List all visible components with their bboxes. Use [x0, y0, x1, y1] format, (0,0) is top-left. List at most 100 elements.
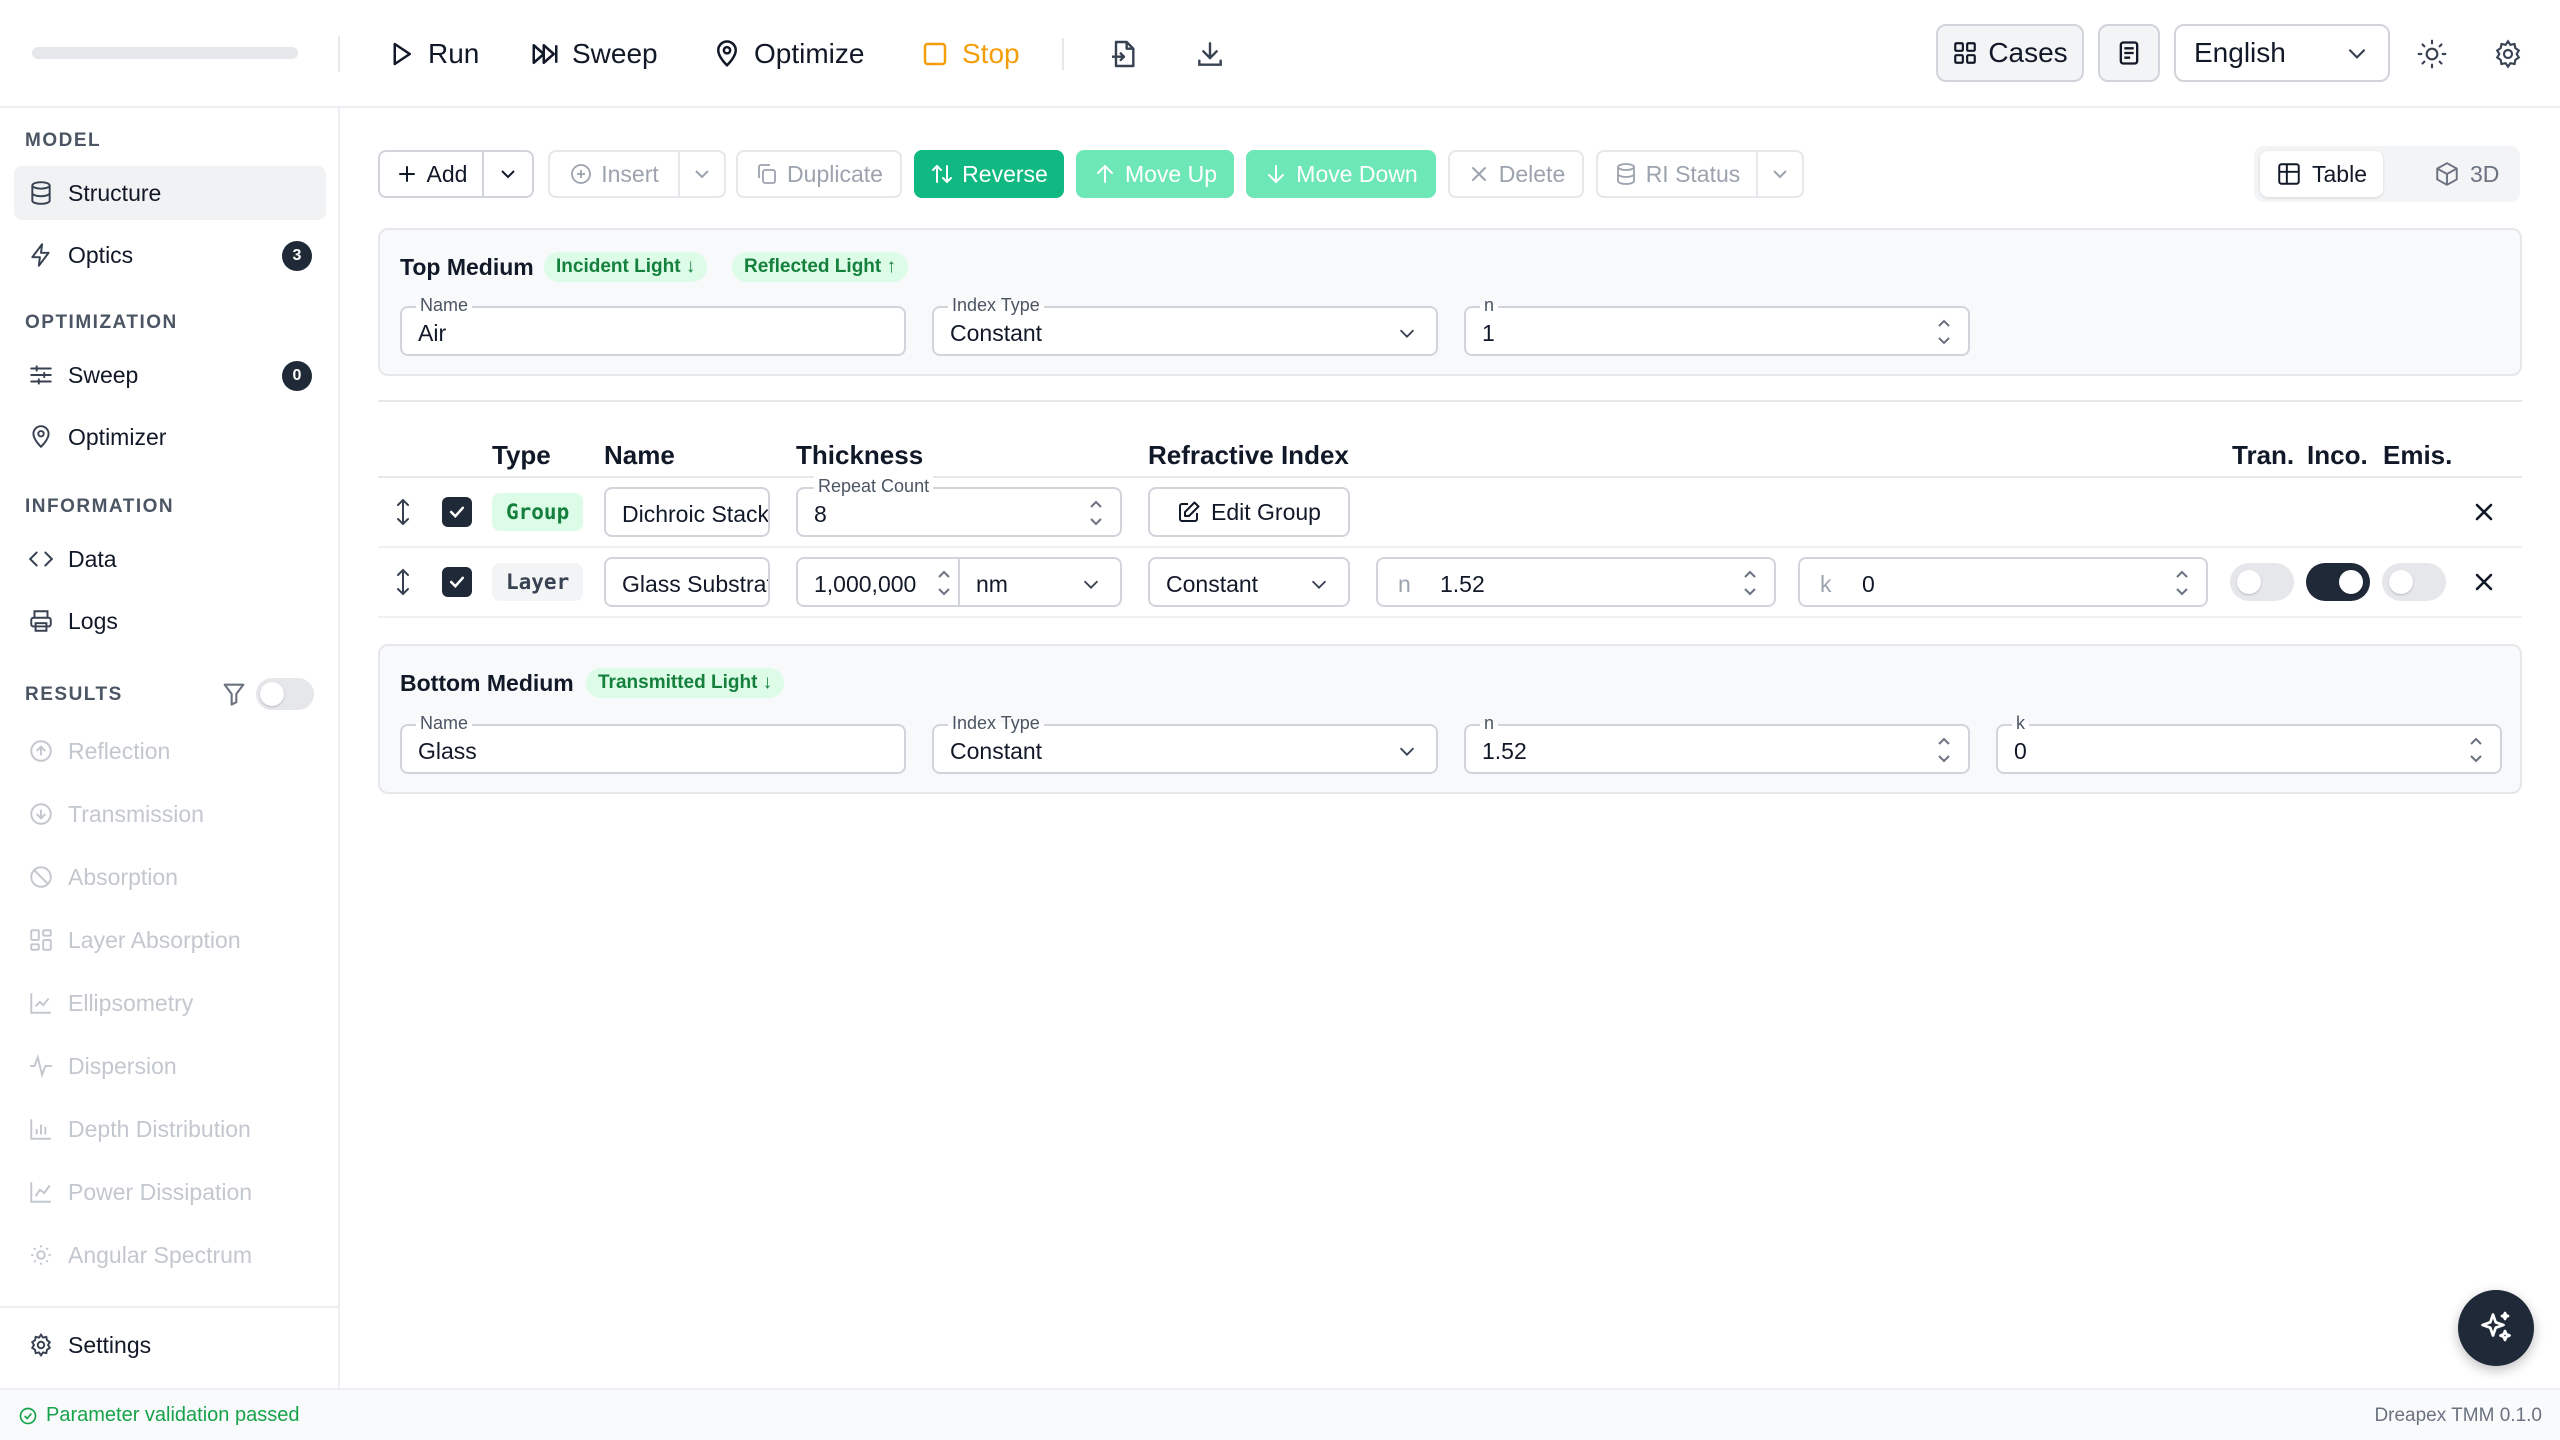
index-type-select[interactable]: Constant	[1148, 557, 1350, 607]
download-button[interactable]	[1188, 32, 1232, 76]
stepper-icon[interactable]	[1934, 312, 1954, 352]
check-icon	[449, 506, 465, 518]
stepper-icon[interactable]	[2172, 563, 2192, 603]
filter-icon[interactable]	[220, 680, 248, 708]
field-label: Index Type	[948, 294, 1044, 316]
sliders-icon	[30, 365, 52, 385]
ri-status-button[interactable]: RI Status	[1596, 150, 1758, 198]
import-button[interactable]	[1102, 32, 1146, 76]
sidebar-item-angular-spectrum[interactable]: Angular Spectrum	[14, 1228, 326, 1282]
cases-button[interactable]: Cases	[1936, 24, 2084, 82]
layer-k-input[interactable]: k 0	[1798, 557, 2208, 607]
language-select[interactable]: English	[2174, 24, 2390, 82]
top-medium-n-input[interactable]: n 1	[1464, 294, 1970, 356]
ri-status-dropdown-button[interactable]	[1756, 150, 1804, 198]
row-name-input[interactable]: Dichroic Stack	[604, 487, 770, 537]
sidebar-item-logs[interactable]: Logs	[14, 594, 326, 648]
results-filter-toggle[interactable]	[256, 678, 314, 710]
edit-group-button[interactable]: Edit Group	[1148, 487, 1350, 537]
sidebar-item-transmission[interactable]: Transmission	[14, 787, 326, 841]
repeat-count-input[interactable]: Repeat Count 8	[796, 475, 1122, 537]
sidebar-item-depth-distribution[interactable]: Depth Distribution	[14, 1102, 326, 1156]
notes-button[interactable]	[2098, 24, 2160, 82]
top-medium-index-type-select[interactable]: Index Type Constant	[932, 294, 1438, 356]
bottom-medium-card: Bottom Medium Transmitted Light ↓ Name G…	[378, 644, 2522, 794]
sidebar-item-sweep[interactable]: Sweep 0	[14, 348, 326, 402]
settings-button[interactable]	[2486, 32, 2530, 76]
sidebar-item-data[interactable]: Data	[14, 532, 326, 586]
incident-light-chip: Incident Light ↓	[544, 252, 708, 282]
sweep-button[interactable]: Sweep	[530, 30, 658, 78]
stepper-icon[interactable]	[2466, 730, 2486, 770]
sidebar-item-optics[interactable]: Optics 3	[14, 228, 326, 282]
sweep-count-badge: 0	[282, 361, 312, 391]
sidebar-item-label: Sweep	[68, 361, 139, 388]
move-down-button[interactable]: Move Down	[1246, 150, 1436, 198]
stepper-icon[interactable]	[1086, 493, 1106, 533]
add-button[interactable]: Add	[378, 150, 484, 198]
sidebar-item-optimizer[interactable]: Optimizer	[14, 410, 326, 464]
close-icon[interactable]	[2470, 498, 2498, 526]
stepper-icon[interactable]	[1934, 730, 1954, 770]
grid-icon	[30, 929, 52, 951]
layer-n-input[interactable]: n 1.52	[1376, 557, 1776, 607]
stop-button[interactable]: Stop	[920, 30, 1020, 78]
header-thickness: Thickness	[796, 440, 924, 470]
top-medium-title: Top Medium	[400, 254, 534, 280]
bottom-medium-n-input[interactable]: n 1.52	[1464, 712, 1970, 774]
inco-toggle[interactable]	[2306, 563, 2370, 601]
field-label: Repeat Count	[814, 475, 934, 497]
tran-toggle[interactable]	[2230, 563, 2294, 601]
sidebar-item-absorption[interactable]: Absorption	[14, 850, 326, 904]
ai-assistant-button[interactable]	[2458, 1290, 2534, 1366]
sidebar-item-dispersion[interactable]: Dispersion	[14, 1039, 326, 1093]
sidebar-item-layer-absorption[interactable]: Layer Absorption	[14, 913, 326, 967]
bottom-medium-title: Bottom Medium	[400, 670, 574, 696]
row-name-input[interactable]: Glass Substrate	[604, 557, 770, 607]
top-medium-name-field[interactable]: Name Air	[400, 294, 906, 356]
run-button[interactable]: Run	[386, 30, 479, 78]
thickness-unit-select[interactable]: nm	[958, 557, 1122, 607]
bottom-medium-name-field[interactable]: Name Glass	[400, 712, 906, 774]
sidebar-item-settings[interactable]: Settings	[14, 1318, 326, 1372]
theme-toggle-button[interactable]	[2410, 32, 2454, 76]
row-checkbox[interactable]	[442, 567, 472, 597]
sidebar-item-power-dissipation[interactable]: Power Dissipation	[14, 1165, 326, 1219]
row-checkbox[interactable]	[442, 497, 472, 527]
insert-button[interactable]: Insert	[548, 150, 680, 198]
sidebar-item-reflection[interactable]: Reflection	[14, 724, 326, 778]
view-table-button[interactable]: Table	[2260, 151, 2383, 197]
sparkles-icon	[2481, 1311, 2511, 1342]
drag-handle-icon[interactable]	[392, 497, 414, 527]
stepper-icon[interactable]	[934, 563, 954, 603]
table-header-divider	[378, 476, 2522, 478]
drag-handle-icon[interactable]	[392, 567, 414, 597]
delete-button[interactable]: Delete	[1448, 150, 1584, 198]
bottom-medium-index-type-select[interactable]: Index Type Constant	[932, 712, 1438, 774]
reverse-button[interactable]: Reverse	[914, 150, 1064, 198]
zap-icon	[31, 243, 50, 267]
sidebar-item-label: Optimizer	[68, 423, 167, 450]
move-up-button[interactable]: Move Up	[1076, 150, 1234, 198]
optimize-button[interactable]: Optimize	[712, 30, 864, 78]
thickness-input[interactable]: 1,000,000	[796, 557, 960, 607]
bottom-medium-k-input[interactable]: k 0	[1996, 712, 2502, 774]
add-dropdown-button[interactable]	[482, 150, 534, 198]
sidebar-item-label: Structure	[68, 179, 162, 206]
field-label: k	[2012, 712, 2029, 734]
sidebar-item-label: Dispersion	[68, 1052, 177, 1079]
close-icon[interactable]	[2470, 568, 2498, 596]
thickness-value: 1,000,000	[814, 571, 917, 597]
insert-dropdown-button[interactable]	[678, 150, 726, 198]
sidebar-item-ellipsometry[interactable]: Ellipsometry	[14, 976, 326, 1030]
emis-toggle[interactable]	[2382, 563, 2446, 601]
field-label: n	[1480, 712, 1499, 734]
duplicate-button[interactable]: Duplicate	[736, 150, 902, 198]
sweep-label: Sweep	[572, 38, 658, 69]
view-3d-button[interactable]: 3D	[2418, 151, 2515, 197]
line-chart-icon	[30, 1182, 51, 1203]
sidebar-item-structure[interactable]: Structure	[14, 166, 326, 220]
app-version: Dreapex TMM 0.1.0	[2374, 1405, 2542, 1426]
sidebar-item-label: Angular Spectrum	[68, 1241, 253, 1268]
stepper-icon[interactable]	[1740, 563, 1760, 603]
